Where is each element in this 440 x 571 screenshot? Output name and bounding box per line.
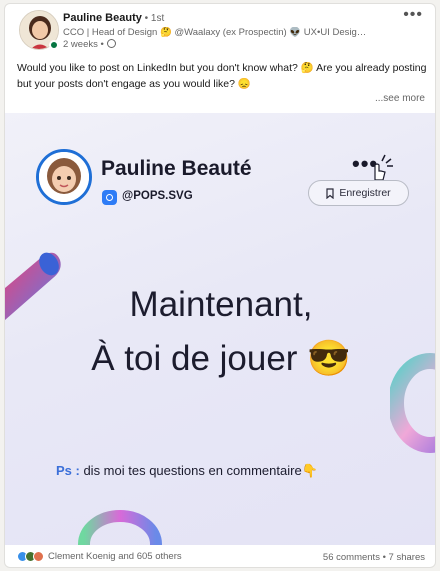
post-time: 2 weeks • <box>63 39 107 50</box>
feed-post-card: Pauline Beauty • 1st CCO | Head of Desig… <box>4 3 436 568</box>
connection-degree: • 1st <box>141 13 165 24</box>
cursor-hand-icon <box>374 154 393 181</box>
image-profile-name: Pauline Beauté <box>101 157 252 180</box>
comments-shares-count[interactable]: 56 comments • 7 shares <box>323 552 425 563</box>
author-name-line[interactable]: Pauline Beauty • 1st <box>63 12 164 24</box>
image-ps-line: Ps : dis moi tes questions en commentair… <box>56 463 318 479</box>
author-name[interactable]: Pauline Beauty <box>63 12 142 24</box>
ps-label: Ps : <box>56 463 80 478</box>
image-save-button: Enregistrer <box>308 180 409 206</box>
post-body-text: Would you like to post on LinkedIn but y… <box>17 62 427 90</box>
see-more-link[interactable]: ...see more <box>375 93 425 104</box>
reactions-summary[interactable]: Clement Koenig and 605 others <box>17 551 182 562</box>
bookmark-icon <box>326 187 334 199</box>
save-label: Enregistrer <box>339 187 391 199</box>
post-image[interactable]: Pauline Beauté @POPS.SVG ••• Enregistrer… <box>5 113 435 545</box>
decorative-3d-ring-bottom <box>78 510 162 545</box>
image-title-line2: À toi de jouer 😎 <box>91 339 351 378</box>
author-headline: CCO | Head of Design 🤔 @Waalaxy (ex Pros… <box>63 27 368 38</box>
globe-icon <box>107 39 117 48</box>
image-title-line1: Maintenant, <box>129 285 313 324</box>
image-profile-handle: @POPS.SVG <box>122 190 193 202</box>
image-profile-avatar <box>36 149 92 205</box>
ps-text: dis moi tes questions en commentaire👇 <box>79 463 318 478</box>
post-meta: 2 weeks • <box>63 39 117 50</box>
love-reaction-icon <box>33 551 44 562</box>
online-status-dot <box>49 40 59 50</box>
reactions-count[interactable]: Clement Koenig and 605 others <box>48 551 182 562</box>
instagram-icon <box>102 190 117 205</box>
more-options-icon[interactable]: ••• <box>403 6 423 24</box>
